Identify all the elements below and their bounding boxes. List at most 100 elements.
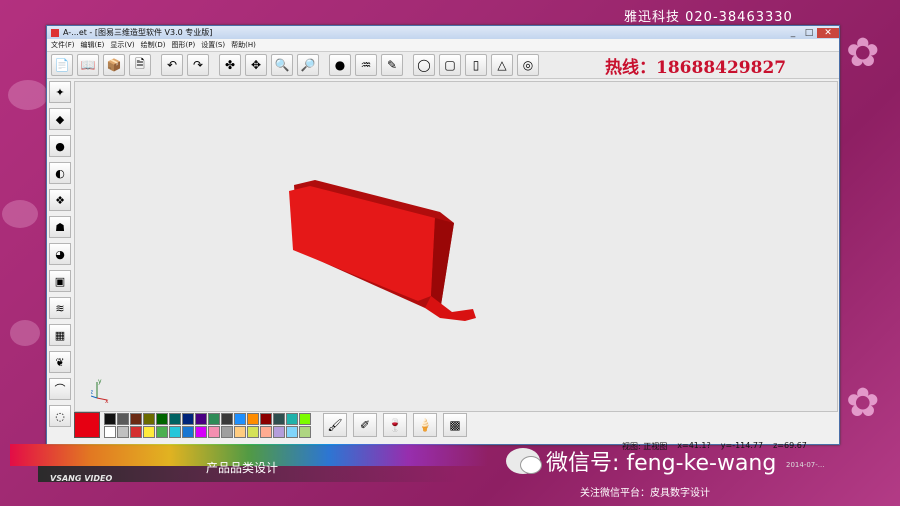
current-color[interactable] [74,412,100,438]
color-swatch[interactable] [117,425,129,438]
torus-icon: ◎ [522,58,534,72]
background-flower [2,200,38,228]
close-button[interactable]: ✕ [817,27,839,38]
shape-tool-5[interactable]: ☗ [49,216,71,238]
shape-tool-4[interactable]: ❖ [49,189,71,211]
lamp-icon: ✦ [55,85,65,99]
wine-glass-button[interactable]: 🍷 [383,413,407,437]
color-swatch[interactable] [169,425,181,438]
color-swatch[interactable] [104,425,116,438]
color-swatch[interactable] [143,425,155,438]
shape-tool-2[interactable]: ● [49,135,71,157]
color-swatch[interactable] [130,425,142,438]
curve-tool[interactable]: ⌒ [49,378,71,400]
color-swatch[interactable] [195,412,207,425]
color-swatch[interactable] [234,412,246,425]
color-swatch[interactable] [247,412,259,425]
grid-tool[interactable]: ▦ [49,324,71,346]
color-swatch[interactable] [299,412,311,425]
minimize-button[interactable]: _ [785,28,801,38]
brush-icon: ✐ [359,418,371,432]
open-file-button[interactable]: 📖 [77,54,99,76]
butterfly-tool[interactable]: ❦ [49,351,71,373]
color-swatch[interactable] [130,412,142,425]
pencil-button[interactable]: ✎ [381,54,403,76]
shading-button[interactable]: ♒ [355,54,377,76]
color-swatch[interactable] [247,425,259,438]
color-swatch[interactable] [221,425,233,438]
video-subtitle: 产品品类设计 [206,461,279,475]
sphere-icon: ● [334,58,346,72]
color-swatch[interactable] [143,412,155,425]
undo-button[interactable]: ↶ [161,54,183,76]
color-swatch[interactable] [260,412,272,425]
menu-draw[interactable]: 绘制(D) [141,40,166,50]
color-swatch[interactable] [234,425,246,438]
shape-tool-6[interactable]: ◕ [49,243,71,265]
zoom-out-button[interactable]: 🔎 [297,54,319,76]
color-swatch[interactable] [273,425,285,438]
shape-tool-1[interactable]: ◆ [49,108,71,130]
cone-button[interactable]: △ [491,54,513,76]
color-swatch[interactable] [260,425,272,438]
color-swatch[interactable] [104,412,116,425]
cylinder-icon: ▯ [472,58,480,72]
torus-button[interactable]: ◎ [517,54,539,76]
color-swatch[interactable] [286,412,298,425]
color-swatch[interactable] [286,425,298,438]
rotate-button[interactable]: ✥ [245,54,267,76]
grid-icon: ▦ [54,328,66,342]
color-swatch[interactable] [117,412,129,425]
paw-icon: ✤ [224,58,236,72]
pan-button[interactable]: ✤ [219,54,241,76]
select-tool[interactable]: ✦ [49,81,71,103]
render-button[interactable]: ● [329,54,351,76]
color-swatch[interactable] [299,425,311,438]
color-palette: 🖌 ✐ 🍷 🍦 ▩ [74,411,473,439]
color-swatch[interactable] [156,412,168,425]
color-swatch[interactable] [221,412,233,425]
redo-button[interactable]: ↷ [187,54,209,76]
color-swatch[interactable] [182,412,194,425]
hotline-text: 热线：18688429827 [605,58,787,78]
menu-file[interactable]: 文件(F) [51,40,75,50]
paint-brush-button[interactable]: ✐ [353,413,377,437]
window-title: A-...et - [图易三维造型软件 V3.0 专业版] [63,28,213,37]
menu-settings[interactable]: 设置(S) [201,40,225,50]
cylinder-button[interactable]: ▯ [465,54,487,76]
butterfly-icon: ❦ [55,355,65,369]
color-swatch[interactable] [182,425,194,438]
zoom-in-button[interactable]: 🔍 [271,54,293,76]
wave-tool[interactable]: ≋ [49,297,71,319]
company-info: 雅迅科技 020-38463330 [624,10,793,25]
brush-button[interactable]: 🖌 [323,413,347,437]
shape-tool-7[interactable]: ▣ [49,270,71,292]
checker-button[interactable]: ▩ [443,413,467,437]
ring-tool[interactable]: ◌ [49,405,71,427]
color-swatch[interactable] [273,412,285,425]
shading-icon: ♒ [360,58,372,72]
color-swatch[interactable] [169,412,181,425]
shape-tool-3[interactable]: ◐ [49,162,71,184]
sphere-button[interactable]: ◯ [413,54,435,76]
save-button[interactable]: 📦 [103,54,125,76]
cube-button[interactable]: ▢ [439,54,461,76]
color-swatch[interactable] [208,412,220,425]
menu-view[interactable]: 显示(V) [110,40,134,50]
menu-edit[interactable]: 编辑(E) [81,40,105,50]
maximize-button[interactable]: □ [801,28,817,38]
color-swatch[interactable] [195,425,207,438]
color-swatch[interactable] [156,425,168,438]
new-file-button[interactable]: 📄 [51,54,73,76]
menu-shape[interactable]: 图形(P) [172,40,196,50]
color-swatch[interactable] [208,425,220,438]
axis-y-label: y [98,378,102,385]
print-button[interactable]: 🗎 [129,54,151,76]
circle-icon: ◯ [417,58,431,72]
open-book-icon: 📖 [80,58,96,72]
status-z: z=69.67 [773,441,807,450]
wallet-model [289,180,476,321]
ice-cream-button[interactable]: 🍦 [413,413,437,437]
3d-canvas[interactable]: y z x [74,81,838,412]
menu-help[interactable]: 帮助(H) [231,40,256,50]
